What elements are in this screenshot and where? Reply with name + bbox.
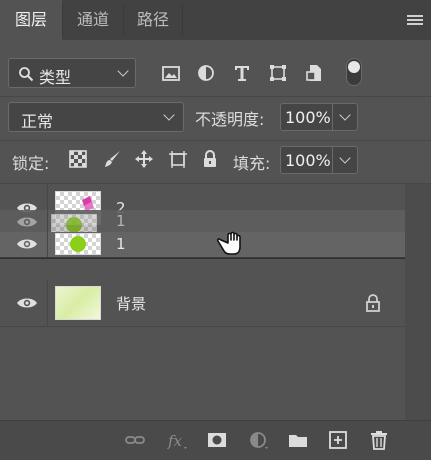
layers-panel: 图层 通道 路径 类型 正常 不透明度: 100% 锁定: 填充: 100% 2… bbox=[0, 0, 431, 460]
filter-type-label: 类型 bbox=[39, 68, 72, 87]
trash-icon[interactable] bbox=[368, 430, 390, 450]
new-adjustment-layer-icon[interactable] bbox=[247, 430, 269, 450]
layer-name[interactable]: 1 bbox=[116, 212, 126, 230]
filter-toggle[interactable] bbox=[346, 58, 362, 86]
image-filter-icon[interactable] bbox=[160, 62, 182, 84]
layer-lock-icon bbox=[366, 294, 380, 312]
filter-type-select[interactable]: 类型 bbox=[8, 58, 136, 88]
link-layers-icon[interactable] bbox=[124, 430, 146, 450]
opacity-value: 100% bbox=[285, 108, 331, 127]
layer-row[interactable]: 背景 bbox=[0, 280, 405, 326]
eye-icon[interactable] bbox=[16, 237, 38, 251]
visibility-column bbox=[0, 210, 48, 234]
lock-transparent-pixels-icon[interactable] bbox=[67, 148, 89, 170]
panel-tab-bar: 图层 通道 路径 bbox=[0, 0, 431, 40]
blend-mode-select[interactable]: 正常 bbox=[8, 102, 184, 132]
tab-layers[interactable]: 图层 bbox=[0, 0, 62, 40]
green-circle-thumbnail-art bbox=[70, 236, 86, 252]
layer-row[interactable]: 1 bbox=[0, 232, 405, 258]
search-icon bbox=[19, 67, 34, 82]
svg-text:fx: fx bbox=[167, 432, 183, 450]
lock-label: 锁定: bbox=[12, 154, 50, 173]
type-filter-icon[interactable] bbox=[231, 62, 253, 84]
layers-list: 2 1 1 背景 bbox=[0, 184, 405, 420]
green-circle-thumbnail-art bbox=[66, 217, 82, 233]
blend-mode-label: 正常 bbox=[21, 112, 54, 131]
lock-artboard-icon[interactable] bbox=[167, 148, 189, 170]
tab-channels[interactable]: 通道 bbox=[63, 0, 123, 40]
layer-thumbnail[interactable] bbox=[51, 214, 97, 234]
folder-icon[interactable] bbox=[287, 430, 309, 450]
shape-filter-icon[interactable] bbox=[267, 62, 289, 84]
adjustment-filter-icon[interactable] bbox=[195, 62, 217, 84]
fill-field[interactable]: 100% bbox=[280, 146, 358, 174]
opacity-label: 不透明度: bbox=[195, 110, 265, 129]
lock-position-icon[interactable] bbox=[133, 148, 155, 170]
eye-icon[interactable] bbox=[16, 215, 38, 229]
layer-name[interactable]: 1 bbox=[116, 235, 126, 253]
visibility-column bbox=[0, 280, 48, 326]
panel-menu-icon[interactable] bbox=[407, 15, 423, 27]
grab-hand-cursor-icon bbox=[216, 231, 241, 255]
smart-object-filter-icon[interactable] bbox=[304, 62, 326, 84]
fill-label: 填充: bbox=[233, 154, 271, 173]
tab-paths[interactable]: 路径 bbox=[124, 0, 182, 40]
layer-name[interactable]: 背景 bbox=[116, 293, 146, 314]
layer-row-dragging[interactable]: 1 bbox=[0, 210, 405, 234]
fx-icon[interactable]: fx bbox=[166, 430, 188, 450]
opacity-field[interactable]: 100% bbox=[280, 103, 358, 131]
opacity-dropdown[interactable] bbox=[332, 104, 357, 130]
chevron-down-icon bbox=[339, 109, 351, 121]
add-mask-icon[interactable] bbox=[206, 430, 228, 450]
chevron-down-icon bbox=[117, 65, 129, 77]
fill-dropdown[interactable] bbox=[332, 147, 357, 173]
eye-icon[interactable] bbox=[16, 296, 38, 310]
fill-value: 100% bbox=[285, 151, 331, 170]
layer-thumbnail[interactable] bbox=[55, 233, 101, 255]
new-layer-icon[interactable] bbox=[327, 430, 349, 450]
layer-thumbnail[interactable] bbox=[55, 286, 101, 320]
visibility-column bbox=[0, 232, 48, 257]
lock-all-icon[interactable] bbox=[199, 148, 221, 170]
layers-scrollbar[interactable] bbox=[405, 184, 431, 420]
chevron-down-icon bbox=[163, 109, 175, 121]
lock-image-pixels-icon[interactable] bbox=[102, 148, 124, 170]
chevron-down-icon bbox=[339, 152, 351, 164]
